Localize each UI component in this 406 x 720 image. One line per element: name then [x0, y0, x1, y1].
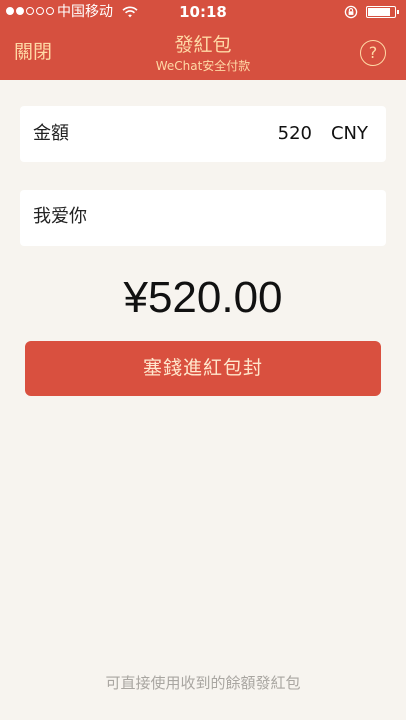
header: 中国移动 10:18 關閉 發紅包 WeChat安全付款 ? [0, 0, 406, 80]
amount-value[interactable]: 520 [278, 122, 312, 146]
balance-hint: 可直接使用收到的餘額發紅包 [105, 674, 301, 692]
help-icon[interactable]: ? [360, 40, 386, 66]
amount-field[interactable]: 金額 520 CNY [20, 106, 386, 162]
battery-icon [366, 6, 399, 18]
status-bar: 中国移动 10:18 [0, 0, 406, 24]
total-amount: ¥520.00 [123, 273, 283, 322]
message-field[interactable]: 我爱你 [20, 190, 386, 246]
battery-level [368, 8, 390, 16]
page-subtitle: WeChat安全付款 [155, 59, 251, 73]
amount-label: 金額 [33, 123, 69, 144]
put-money-in-envelope-button[interactable]: 塞錢進紅包封 [25, 341, 381, 396]
page-title: 發紅包 [174, 34, 232, 56]
message-text[interactable]: 我爱你 [33, 205, 87, 229]
currency-unit: CNY [330, 123, 368, 144]
rotation-lock-icon [344, 5, 358, 23]
